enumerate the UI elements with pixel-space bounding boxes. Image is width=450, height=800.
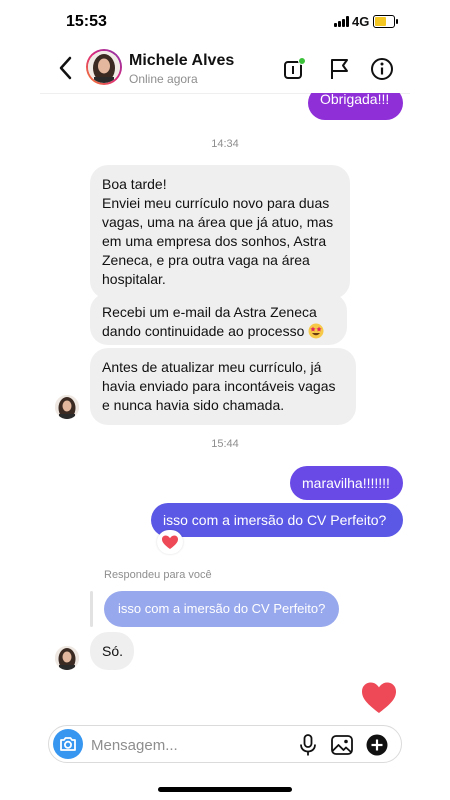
timestamp: 15:44 [211,438,239,450]
battery-icon [373,15,395,28]
back-button[interactable] [56,54,76,82]
video-call-button[interactable] [282,56,308,82]
add-button[interactable] [364,732,390,758]
battery-cap [396,19,398,24]
reply-label: Respondeu para você [104,569,212,581]
starstruck-emoji-icon [308,323,324,339]
message-incoming[interactable]: Só. [90,632,134,670]
message-outgoing[interactable]: maravilha!!!!!!! [290,466,403,500]
camera-icon [60,737,76,751]
message-incoming[interactable]: Antes de atualizar meu currículo, já hav… [90,348,356,425]
timestamp: 14:34 [211,138,239,150]
microphone-button[interactable] [295,732,321,758]
network-label: 4G [352,14,370,29]
camera-button[interactable] [53,729,83,759]
contact-name[interactable]: Michele Alves [129,52,234,70]
like-message[interactable] [360,680,398,716]
signal-icon [334,16,350,27]
message-outgoing[interactable]: isso com a imersão do CV Perfeito? [151,503,403,537]
message-reaction[interactable] [157,530,183,554]
reply-bar [90,591,93,627]
quoted-message[interactable]: isso com a imersão do CV Perfeito? [104,591,340,627]
microphone-icon [300,734,316,756]
home-indicator [158,787,292,792]
avatar[interactable] [55,646,79,670]
message-incoming[interactable]: Recebi um e-mail da Astra Zeneca dando c… [90,293,347,345]
gallery-button[interactable] [329,732,355,758]
report-button[interactable] [327,56,353,82]
status-time: 15:53 [66,13,107,30]
clip-mask [300,80,420,93]
message-incoming[interactable]: Boa tarde! Enviei meu currículo novo par… [90,165,350,299]
gallery-icon [331,735,353,755]
heart-icon [162,535,178,549]
avatar[interactable] [86,49,122,85]
back-icon [59,56,72,80]
contact-status: Online agora [129,72,198,86]
info-icon [371,58,393,80]
info-button[interactable] [369,56,395,82]
avatar[interactable] [55,395,79,419]
flag-icon [331,59,348,79]
status-bar: 15:53 4G [0,0,450,44]
heart-icon [362,682,396,713]
message-composer [48,725,402,763]
message-input[interactable] [89,729,283,761]
video-call-icon [284,57,306,79]
add-icon [366,734,388,756]
